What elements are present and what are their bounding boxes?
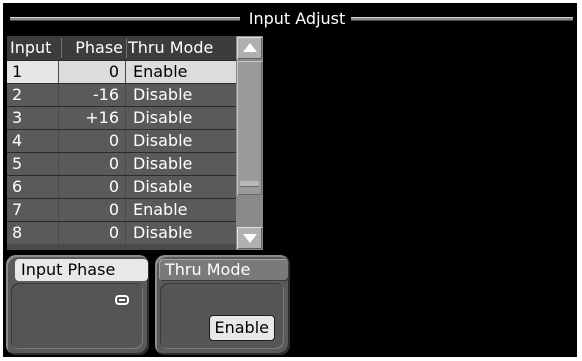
table-row[interactable]: 2 -16 Disable bbox=[7, 83, 236, 106]
cell-phase: +16 bbox=[59, 107, 125, 129]
cell-phase: 0 bbox=[59, 222, 125, 244]
window-title: Input Adjust bbox=[248, 9, 346, 28]
table-row[interactable]: 6 0 Disable bbox=[7, 175, 236, 198]
cell-phase: 0 bbox=[59, 61, 125, 83]
input-phase-body[interactable] bbox=[11, 283, 143, 349]
table-scrollbar[interactable] bbox=[236, 36, 263, 250]
cell-thru-mode: Disable bbox=[126, 84, 236, 106]
input-phase-panel[interactable]: Input Phase bbox=[6, 255, 149, 355]
table-row[interactable]: 7 0 Enable bbox=[7, 198, 236, 221]
table-row[interactable]: 1 0 Enable bbox=[7, 60, 236, 83]
cell-input: 6 bbox=[7, 176, 58, 198]
title-rule-right bbox=[351, 17, 573, 21]
cell-thru-mode: Disable bbox=[126, 176, 236, 198]
cell-input: 7 bbox=[7, 199, 58, 221]
header-input: Input bbox=[10, 38, 52, 57]
input-table: Input Phase Thru Mode 1 0 Enable 2 -16 D… bbox=[7, 36, 236, 250]
scroll-thumb[interactable] bbox=[237, 61, 262, 195]
cell-phase: 0 bbox=[59, 199, 125, 221]
scroll-thumb-grip bbox=[240, 181, 259, 187]
triangle-up-icon bbox=[243, 43, 257, 52]
table-row[interactable]: 3 +16 Disable bbox=[7, 106, 236, 129]
scroll-down-button[interactable] bbox=[237, 227, 262, 249]
cell-thru-mode: Enable bbox=[126, 199, 236, 221]
triangle-down-icon bbox=[243, 234, 257, 243]
thru-mode-body[interactable]: Enable bbox=[160, 283, 284, 349]
cell-thru-mode: Disable bbox=[126, 153, 236, 175]
cell-input: 4 bbox=[7, 130, 58, 152]
table-row[interactable]: 5 0 Disable bbox=[7, 152, 236, 175]
header-phase: Phase bbox=[75, 38, 123, 57]
title-rule-left bbox=[10, 17, 240, 21]
cell-input: 3 bbox=[7, 107, 58, 129]
header-divider bbox=[61, 38, 62, 58]
cell-phase: 0 bbox=[59, 130, 125, 152]
cell-thru-mode: Enable bbox=[126, 61, 236, 83]
table-row[interactable]: 8 0 Disable bbox=[7, 221, 236, 250]
knob-icon bbox=[115, 295, 129, 305]
table-header: Input Phase Thru Mode bbox=[7, 36, 236, 60]
cell-input: 1 bbox=[7, 61, 58, 83]
cell-phase: -16 bbox=[59, 84, 125, 106]
cell-phase: 0 bbox=[59, 176, 125, 198]
table-row[interactable]: 4 0 Disable bbox=[7, 129, 236, 152]
thru-mode-label: Thru Mode bbox=[159, 259, 289, 281]
cell-input: 8 bbox=[7, 222, 58, 244]
scroll-up-button[interactable] bbox=[237, 37, 262, 59]
cell-thru-mode: Disable bbox=[126, 130, 236, 152]
cell-input: 5 bbox=[7, 153, 58, 175]
header-divider bbox=[126, 38, 127, 58]
cell-phase: 0 bbox=[59, 153, 125, 175]
cell-thru-mode: Disable bbox=[126, 107, 236, 129]
thru-mode-value[interactable]: Enable bbox=[208, 315, 275, 341]
thru-mode-panel[interactable]: Thru Mode Enable bbox=[155, 255, 290, 355]
cell-input: 2 bbox=[7, 84, 58, 106]
input-phase-label: Input Phase bbox=[15, 259, 148, 281]
cell-thru-mode: Disable bbox=[126, 222, 236, 244]
header-thru-mode: Thru Mode bbox=[128, 38, 214, 57]
title-bar: Input Adjust bbox=[6, 11, 574, 27]
